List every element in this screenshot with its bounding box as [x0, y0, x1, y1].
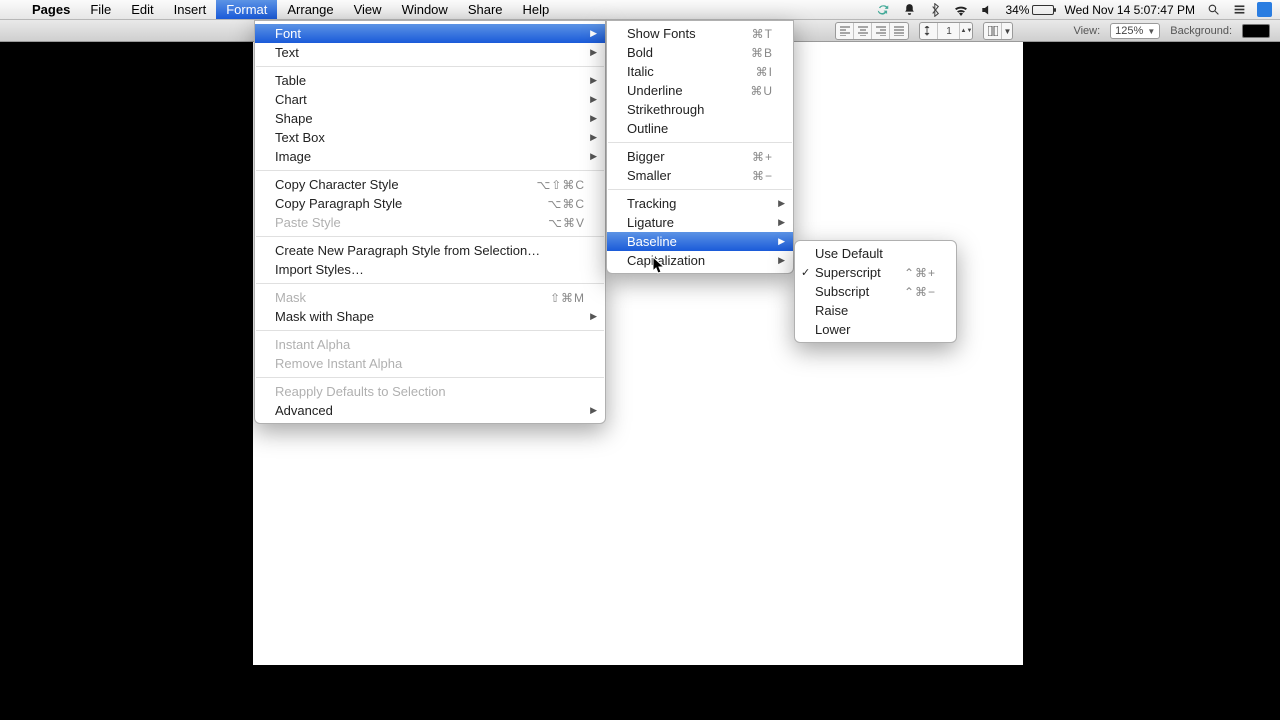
menu-item-tracking[interactable]: Tracking: [607, 194, 793, 213]
battery-percent: 34%: [1005, 3, 1029, 17]
view-label: View:: [1073, 25, 1100, 37]
align-justify-icon[interactable]: [890, 23, 908, 39]
linespacing-stepper[interactable]: ▲▼: [960, 23, 972, 39]
zoom-value: 125%: [1115, 25, 1143, 37]
menu-item-paste-style: Paste Style⌥⌘V: [255, 213, 605, 232]
menu-item-copy-para-style[interactable]: Copy Paragraph Style⌥⌘C: [255, 194, 605, 213]
menu-item-instant-alpha: Instant Alpha: [255, 335, 605, 354]
menu-edit[interactable]: Edit: [121, 0, 163, 19]
menu-help[interactable]: Help: [513, 0, 560, 19]
zoom-dropdown[interactable]: 125% ▼: [1110, 23, 1160, 39]
spotlight-icon[interactable]: [1205, 2, 1221, 18]
menu-item-subscript[interactable]: Subscript⌃⌘−: [795, 282, 956, 301]
menu-share[interactable]: Share: [458, 0, 513, 19]
volume-icon[interactable]: [979, 2, 995, 18]
menu-item-text[interactable]: Text: [255, 43, 605, 62]
menu-item-mask: Mask⇧⌘M: [255, 288, 605, 307]
menu-item-copy-char-style[interactable]: Copy Character Style⌥⇧⌘C: [255, 175, 605, 194]
menu-format[interactable]: Format: [216, 0, 277, 19]
menu-item-ligature[interactable]: Ligature: [607, 213, 793, 232]
linespacing-value: 1: [938, 23, 960, 39]
menu-arrange[interactable]: Arrange: [277, 0, 343, 19]
menu-item-import-styles[interactable]: Import Styles…: [255, 260, 605, 279]
menu-item-font[interactable]: Font: [255, 24, 605, 43]
font-submenu-panel: Show Fonts⌘T Bold⌘B Italic⌘I Underline⌘U…: [606, 20, 794, 274]
chevron-down-icon: ▼: [1147, 27, 1155, 36]
columns-icon: [984, 23, 1002, 39]
chevron-down-icon: ▼: [1002, 23, 1012, 39]
bottom-black-bar: [0, 665, 1280, 720]
menu-item-outline[interactable]: Outline: [607, 119, 793, 138]
corner-app-icon[interactable]: [1257, 2, 1272, 17]
menu-item-bigger[interactable]: Bigger⌘+: [607, 147, 793, 166]
menu-item-mask-shape[interactable]: Mask with Shape: [255, 307, 605, 326]
battery-status[interactable]: 34%: [1005, 3, 1054, 17]
notification-icon[interactable]: [901, 2, 917, 18]
menu-item-textbox[interactable]: Text Box: [255, 128, 605, 147]
status-area: 34% Wed Nov 14 5:07:47 PM: [875, 2, 1280, 18]
menubar: Pages File Edit Insert Format Arrange Vi…: [0, 0, 1280, 20]
menu-item-superscript[interactable]: ✓Superscript⌃⌘+: [795, 263, 956, 282]
menu-item-baseline[interactable]: Baseline: [607, 232, 793, 251]
menu-insert[interactable]: Insert: [164, 0, 217, 19]
menu-item-show-fonts[interactable]: Show Fonts⌘T: [607, 24, 793, 43]
menu-item-italic[interactable]: Italic⌘I: [607, 62, 793, 81]
menu-item-raise[interactable]: Raise: [795, 301, 956, 320]
baseline-submenu-panel: Use Default ✓Superscript⌃⌘+ Subscript⌃⌘−…: [794, 240, 957, 343]
menu-item-lower[interactable]: Lower: [795, 320, 956, 339]
menu-item-shape[interactable]: Shape: [255, 109, 605, 128]
background-label: Background:: [1170, 25, 1232, 37]
sync-icon[interactable]: [875, 2, 891, 18]
battery-icon: [1032, 5, 1054, 15]
background-swatch[interactable]: [1242, 24, 1270, 38]
bluetooth-icon[interactable]: [927, 2, 943, 18]
menu-item-advanced[interactable]: Advanced: [255, 401, 605, 420]
linespacing-icon: [920, 23, 938, 39]
menu-item-chart[interactable]: Chart: [255, 90, 605, 109]
menu-item-table[interactable]: Table: [255, 71, 605, 90]
columns-control[interactable]: ▼: [983, 22, 1013, 40]
wifi-icon[interactable]: [953, 2, 969, 18]
align-segment[interactable]: [835, 22, 909, 40]
menu-item-bold[interactable]: Bold⌘B: [607, 43, 793, 62]
menu-item-new-para-style[interactable]: Create New Paragraph Style from Selectio…: [255, 241, 605, 260]
app-name[interactable]: Pages: [22, 2, 80, 17]
align-center-icon[interactable]: [854, 23, 872, 39]
clock[interactable]: Wed Nov 14 5:07:47 PM: [1064, 3, 1195, 17]
menu-item-image[interactable]: Image: [255, 147, 605, 166]
align-right-icon[interactable]: [872, 23, 890, 39]
format-menu-panel: Font Text Table Chart Shape Text Box Ima…: [254, 20, 606, 424]
menu-item-underline[interactable]: Underline⌘U: [607, 81, 793, 100]
menu-item-smaller[interactable]: Smaller⌘−: [607, 166, 793, 185]
menu-item-use-default[interactable]: Use Default: [795, 244, 956, 263]
menu-item-reapply: Reapply Defaults to Selection: [255, 382, 605, 401]
check-icon: ✓: [801, 266, 810, 279]
menu-extra-icon[interactable]: [1231, 2, 1247, 18]
menu-item-remove-alpha: Remove Instant Alpha: [255, 354, 605, 373]
menu-view[interactable]: View: [344, 0, 392, 19]
align-left-icon[interactable]: [836, 23, 854, 39]
mouse-cursor: [652, 256, 666, 276]
linespacing-control[interactable]: 1 ▲▼: [919, 22, 973, 40]
menu-window[interactable]: Window: [392, 0, 458, 19]
menu-file[interactable]: File: [80, 0, 121, 19]
menu-item-strikethrough[interactable]: Strikethrough: [607, 100, 793, 119]
menu-item-capitalization[interactable]: Capitalization: [607, 251, 793, 270]
